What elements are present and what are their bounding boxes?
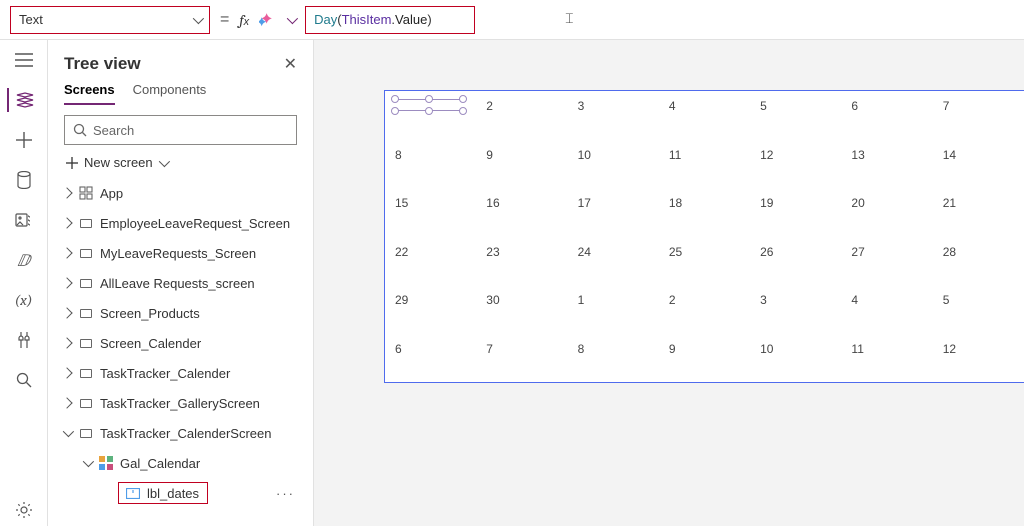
screen-icon: [78, 215, 94, 231]
calendar-cell[interactable]: 5: [750, 91, 841, 140]
calendar-cell[interactable]: 23: [476, 237, 567, 286]
calendar-cell[interactable]: 15: [385, 188, 476, 237]
screen-icon: [78, 335, 94, 351]
label-icon: [125, 485, 141, 501]
search-input[interactable]: Search: [64, 115, 297, 145]
chevron-down-icon: [158, 155, 169, 166]
calendar-cell[interactable]: 4: [841, 285, 932, 334]
calendar-cell[interactable]: 30: [476, 285, 567, 334]
canvas[interactable]: 2345678910111213141516171819202122232425…: [314, 40, 1024, 526]
calendar-cell[interactable]: 21: [933, 188, 1024, 237]
calendar-cell[interactable]: 2: [476, 91, 567, 140]
calendar-cell[interactable]: 3: [568, 91, 659, 140]
insert-icon[interactable]: [8, 128, 40, 152]
calendar-cell[interactable]: 16: [476, 188, 567, 237]
panel-title: Tree view: [64, 54, 141, 74]
chevron-down-icon[interactable]: [287, 12, 298, 23]
calendar-cell[interactable]: 13: [841, 140, 932, 189]
calendar-gallery[interactable]: 2345678910111213141516171819202122232425…: [384, 90, 1024, 383]
calendar-cell[interactable]: 6: [385, 334, 476, 383]
screen-icon: [78, 365, 94, 381]
flows-icon[interactable]: ⅅ: [8, 248, 40, 272]
calendar-cell[interactable]: 10: [750, 334, 841, 383]
tree-item-employeeleaverequest_screen[interactable]: EmployeeLeaveRequest_Screen: [56, 208, 305, 238]
tree-item-gal_calendar[interactable]: Gal_Calendar: [56, 448, 305, 478]
gallery-icon: [98, 455, 114, 471]
search-icon[interactable]: [8, 368, 40, 392]
new-screen-button[interactable]: New screen: [56, 151, 305, 174]
calendar-cell[interactable]: 10: [568, 140, 659, 189]
calendar-cell[interactable]: 28: [933, 237, 1024, 286]
calendar-cell[interactable]: 3: [750, 285, 841, 334]
screen-icon: [78, 275, 94, 291]
tab-components[interactable]: Components: [133, 82, 207, 105]
calendar-cell[interactable]: 1: [568, 285, 659, 334]
calendar-cell[interactable]: 25: [659, 237, 750, 286]
calendar-cell[interactable]: 22: [385, 237, 476, 286]
search-icon: [73, 123, 87, 137]
tree-item-myleaverequests_screen[interactable]: MyLeaveRequests_Screen: [56, 238, 305, 268]
calendar-cell[interactable]: 11: [841, 334, 932, 383]
screen-icon: [78, 305, 94, 321]
screen-icon: [78, 395, 94, 411]
tab-screens[interactable]: Screens: [64, 82, 115, 105]
tree-item-tasktracker_calender[interactable]: TaskTracker_Calender: [56, 358, 305, 388]
calendar-cell[interactable]: 6: [841, 91, 932, 140]
screen-icon: [78, 425, 94, 441]
chevron-down-icon: [193, 12, 204, 23]
hamburger-icon[interactable]: [8, 48, 40, 72]
settings-icon[interactable]: [8, 498, 40, 522]
calendar-cell[interactable]: 18: [659, 188, 750, 237]
fx-icon: fx: [239, 11, 249, 29]
screen-icon: [78, 245, 94, 261]
calendar-cell[interactable]: 11: [659, 140, 750, 189]
property-selector[interactable]: Text: [10, 6, 210, 34]
calendar-cell[interactable]: 26: [750, 237, 841, 286]
calendar-cell[interactable]: 9: [476, 140, 567, 189]
calendar-cell[interactable]: 27: [841, 237, 932, 286]
calendar-cell[interactable]: 19: [750, 188, 841, 237]
calendar-cell[interactable]: 14: [933, 140, 1024, 189]
calendar-cell[interactable]: 4: [659, 91, 750, 140]
tools-icon[interactable]: [8, 328, 40, 352]
calendar-cell[interactable]: [385, 91, 476, 140]
tree-item-screen_products[interactable]: Screen_Products: [56, 298, 305, 328]
media-icon[interactable]: [8, 208, 40, 232]
search-placeholder: Search: [93, 123, 134, 138]
calendar-cell[interactable]: 7: [933, 91, 1024, 140]
calendar-cell[interactable]: 29: [385, 285, 476, 334]
close-icon[interactable]: ✕: [284, 54, 297, 74]
calendar-cell[interactable]: 8: [568, 334, 659, 383]
calendar-cell[interactable]: 7: [476, 334, 567, 383]
tree-item-lbl_dates[interactable]: lbl_dates···: [56, 478, 305, 508]
data-icon[interactable]: [8, 168, 40, 192]
tree-item-app[interactable]: App: [56, 178, 305, 208]
left-rail: ⅅ (x): [0, 40, 48, 526]
app-icon: [78, 185, 94, 201]
tree-item-tasktracker_calenderscreen[interactable]: TaskTracker_CalenderScreen: [56, 418, 305, 448]
calendar-cell[interactable]: 8: [385, 140, 476, 189]
tree-item-screen_calender[interactable]: Screen_Calender: [56, 328, 305, 358]
tree-item-tasktracker_galleryscreen[interactable]: TaskTracker_GalleryScreen: [56, 388, 305, 418]
tree-item-allleave-requests_screen[interactable]: AllLeave Requests_screen: [56, 268, 305, 298]
calendar-cell[interactable]: 24: [568, 237, 659, 286]
plus-icon: [66, 157, 78, 169]
more-icon[interactable]: ···: [276, 486, 301, 501]
equals-sign: =: [220, 11, 229, 29]
calendar-cell[interactable]: 2: [659, 285, 750, 334]
variables-icon[interactable]: (x): [8, 288, 40, 312]
calendar-cell[interactable]: 12: [933, 334, 1024, 383]
copilot-icon[interactable]: [259, 11, 277, 29]
formula-input[interactable]: Day(ThisItem.Value): [305, 6, 475, 34]
property-label: Text: [19, 12, 43, 27]
calendar-cell[interactable]: 20: [841, 188, 932, 237]
tree-view-panel: Tree view ✕ Screens Components Search Ne…: [48, 40, 314, 526]
calendar-cell[interactable]: 9: [659, 334, 750, 383]
tree-view-icon[interactable]: [7, 88, 39, 112]
calendar-cell[interactable]: 17: [568, 188, 659, 237]
text-cursor-icon: ⌶: [565, 12, 573, 28]
calendar-cell[interactable]: 5: [933, 285, 1024, 334]
calendar-cell[interactable]: 12: [750, 140, 841, 189]
